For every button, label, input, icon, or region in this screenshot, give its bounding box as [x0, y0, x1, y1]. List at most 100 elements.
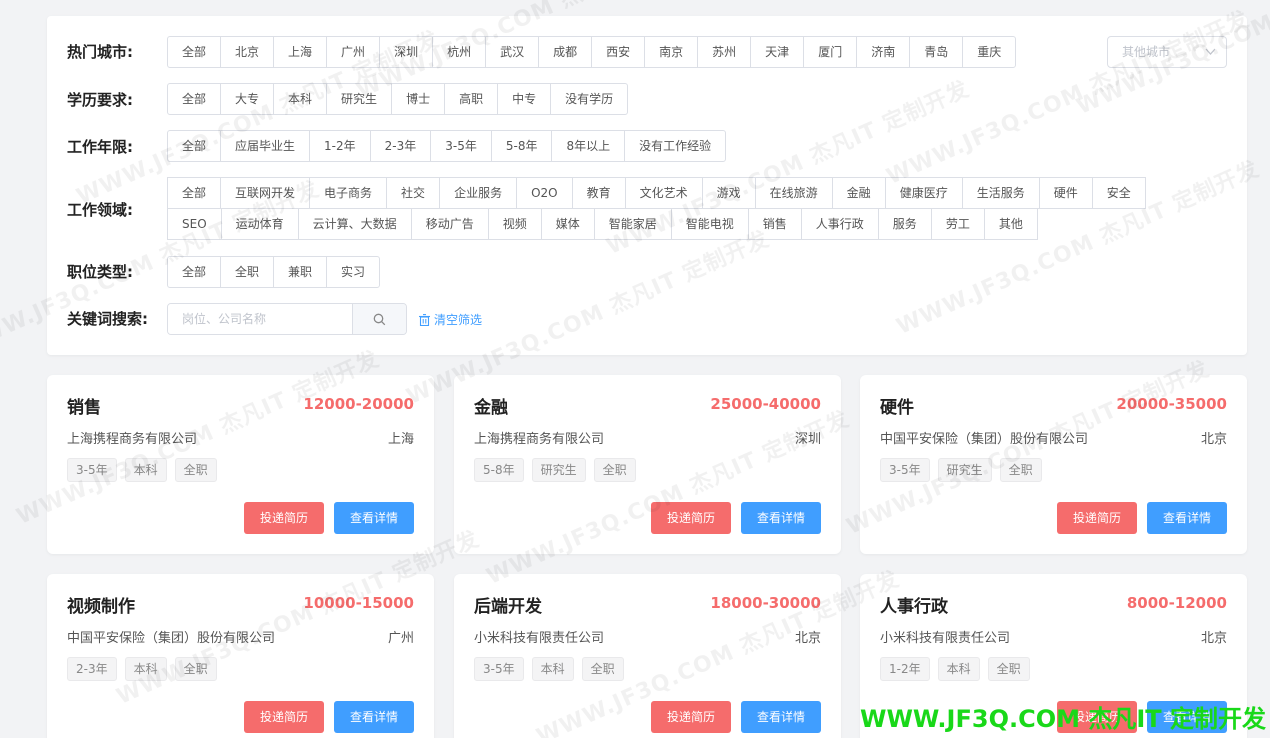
view-detail-button[interactable]: 查看详情 [1147, 502, 1227, 534]
city-option[interactable]: 武汉 [485, 36, 540, 68]
city-option[interactable]: 济南 [856, 36, 911, 68]
industry-option[interactable]: 金融 [831, 177, 886, 209]
industry-option[interactable]: 销售 [747, 208, 802, 240]
industry-option[interactable]: 媒体 [540, 208, 595, 240]
job-tag: 全职 [593, 458, 636, 482]
education-option[interactable]: 高职 [444, 83, 499, 115]
city-option[interactable]: 成都 [538, 36, 593, 68]
industry-option[interactable]: 其他 [983, 208, 1038, 240]
industry-option[interactable]: 视频 [487, 208, 542, 240]
industry-option[interactable]: 游戏 [701, 177, 756, 209]
job-card[interactable]: 视频制作 10000-15000 中国平安保险（集团）股份有限公司 广州 2-3年 本科全… [47, 574, 434, 738]
city-option[interactable]: 厦门 [803, 36, 858, 68]
job-tag: 1-2年 [880, 657, 930, 681]
job-tag: 5-8年 [474, 458, 524, 482]
view-detail-button[interactable]: 查看详情 [741, 502, 821, 534]
education-option[interactable]: 研究生 [326, 83, 393, 115]
industry-option[interactable]: 服务 [877, 208, 932, 240]
industry-option[interactable]: 全部 [167, 177, 222, 209]
city-option[interactable]: 重庆 [962, 36, 1017, 68]
job-type-option[interactable]: 实习 [326, 256, 381, 288]
apply-resume-button[interactable]: 投递简历 [651, 701, 731, 733]
industry-option[interactable]: 智能家居 [593, 208, 672, 240]
industry-option[interactable]: 社交 [386, 177, 441, 209]
experience-option[interactable]: 3-5年 [430, 130, 492, 162]
city-option[interactable]: 青岛 [909, 36, 964, 68]
job-type-option[interactable]: 全部 [167, 256, 222, 288]
view-detail-button[interactable]: 查看详情 [741, 701, 821, 733]
experience-option[interactable]: 没有工作经验 [624, 130, 727, 162]
education-option[interactable]: 博士 [391, 83, 446, 115]
city-option[interactable]: 广州 [326, 36, 381, 68]
city-option[interactable]: 上海 [273, 36, 328, 68]
job-tags: 2-3年 本科 全职 [67, 657, 225, 681]
industry-option[interactable]: 在线旅游 [754, 177, 833, 209]
education-option[interactable]: 全部 [167, 83, 222, 115]
job-tag: 本科 [124, 458, 167, 482]
job-tags: 3-5年 研究生 全职 [880, 458, 1050, 482]
experience-option[interactable]: 2-3年 [369, 130, 432, 162]
job-card[interactable]: 销售 12000-20000 上海携程商务有限公司 上海 3-5年 本科 全职 投递简历 查看详… [47, 375, 434, 554]
apply-resume-button[interactable]: 投递简历 [1057, 502, 1137, 534]
city-option[interactable]: 南京 [644, 36, 699, 68]
other-city-select[interactable]: 其他城市 [1107, 36, 1227, 68]
industry-option[interactable]: 互联网开发 [220, 177, 311, 209]
education-option[interactable]: 大专 [220, 83, 275, 115]
industry-option[interactable]: 劳工 [930, 208, 985, 240]
industry-option[interactable]: 生活服务 [961, 177, 1040, 209]
experience-option[interactable]: 1-2年 [309, 130, 371, 162]
experience-option[interactable]: 8年以上 [551, 130, 626, 162]
industry-option[interactable]: 企业服务 [439, 177, 518, 209]
city-option[interactable]: 全部 [167, 36, 222, 68]
experience-option[interactable]: 应届毕业生 [220, 130, 311, 162]
industry-option[interactable]: 文化艺术 [624, 177, 703, 209]
job-city: 上海 [387, 432, 414, 447]
keyword-search-label: 关键词搜索: [67, 310, 148, 328]
industry-option[interactable]: O2O [516, 177, 573, 209]
industry-option[interactable]: 电子商务 [309, 177, 388, 209]
job-company: 中国平安保险（集团）股份有限公司 [67, 631, 276, 646]
clear-filters-link[interactable]: 清空筛选 [419, 311, 482, 328]
city-option[interactable]: 天津 [750, 36, 805, 68]
industry-option[interactable]: 硬件 [1038, 177, 1093, 209]
experience-option[interactable]: 全部 [167, 130, 222, 162]
job-type-option[interactable]: 全职 [220, 256, 275, 288]
apply-resume-button[interactable]: 投递简历 [651, 502, 731, 534]
education-option[interactable]: 中专 [497, 83, 552, 115]
experience-option[interactable]: 5-8年 [490, 130, 553, 162]
city-option[interactable]: 北京 [220, 36, 275, 68]
industry-option[interactable]: 安全 [1091, 177, 1146, 209]
industry-option[interactable]: 移动广告 [410, 208, 489, 240]
industry-option[interactable]: 云计算、大数据 [297, 208, 412, 240]
job-title: 金融 [474, 398, 508, 418]
city-option[interactable]: 杭州 [432, 36, 487, 68]
job-card[interactable]: 金融 25000-40000 上海携程商务有限公司 深圳 5-8年 研究生 全职 投递简历 查看… [454, 375, 841, 554]
apply-resume-button[interactable]: 投递简历 [244, 502, 324, 534]
job-tag: 3-5年 [474, 657, 524, 681]
job-type-filter-group: 全部 全职 兼职 实习 [167, 256, 381, 288]
job-tags: 1-2年 本科 全职 [880, 657, 1038, 681]
job-card[interactable]: 硬件 20000-35000 中国平安保险（集团）股份有限公司 北京 3-5年 研究生 全职… [860, 375, 1247, 554]
industry-option[interactable]: 运动体育 [220, 208, 299, 240]
search-button[interactable] [352, 304, 406, 334]
industry-option[interactable]: 智能电视 [670, 208, 749, 240]
job-tag: 全职 [174, 657, 217, 681]
keyword-search-input[interactable] [168, 304, 352, 334]
view-detail-button[interactable]: 查看详情 [334, 701, 414, 733]
industry-option[interactable]: 人事行政 [800, 208, 879, 240]
city-option[interactable]: 深圳 [379, 36, 434, 68]
job-type-option[interactable]: 兼职 [273, 256, 328, 288]
industry-option[interactable]: SEO [167, 208, 222, 240]
job-salary: 25000-40000 [710, 395, 821, 413]
education-option[interactable]: 本科 [273, 83, 328, 115]
chevron-down-icon [1205, 37, 1216, 78]
other-city-placeholder: 其他城市 [1122, 45, 1171, 59]
education-option[interactable]: 没有学历 [550, 83, 629, 115]
city-option[interactable]: 苏州 [697, 36, 752, 68]
apply-resume-button[interactable]: 投递简历 [244, 701, 324, 733]
industry-option[interactable]: 健康医疗 [884, 177, 963, 209]
industry-option[interactable]: 教育 [571, 177, 626, 209]
job-card[interactable]: 后端开发 18000-30000 小米科技有限责任公司 北京 3-5年 本科 全职 投递简历查… [454, 574, 841, 738]
city-option[interactable]: 西安 [591, 36, 646, 68]
view-detail-button[interactable]: 查看详情 [334, 502, 414, 534]
